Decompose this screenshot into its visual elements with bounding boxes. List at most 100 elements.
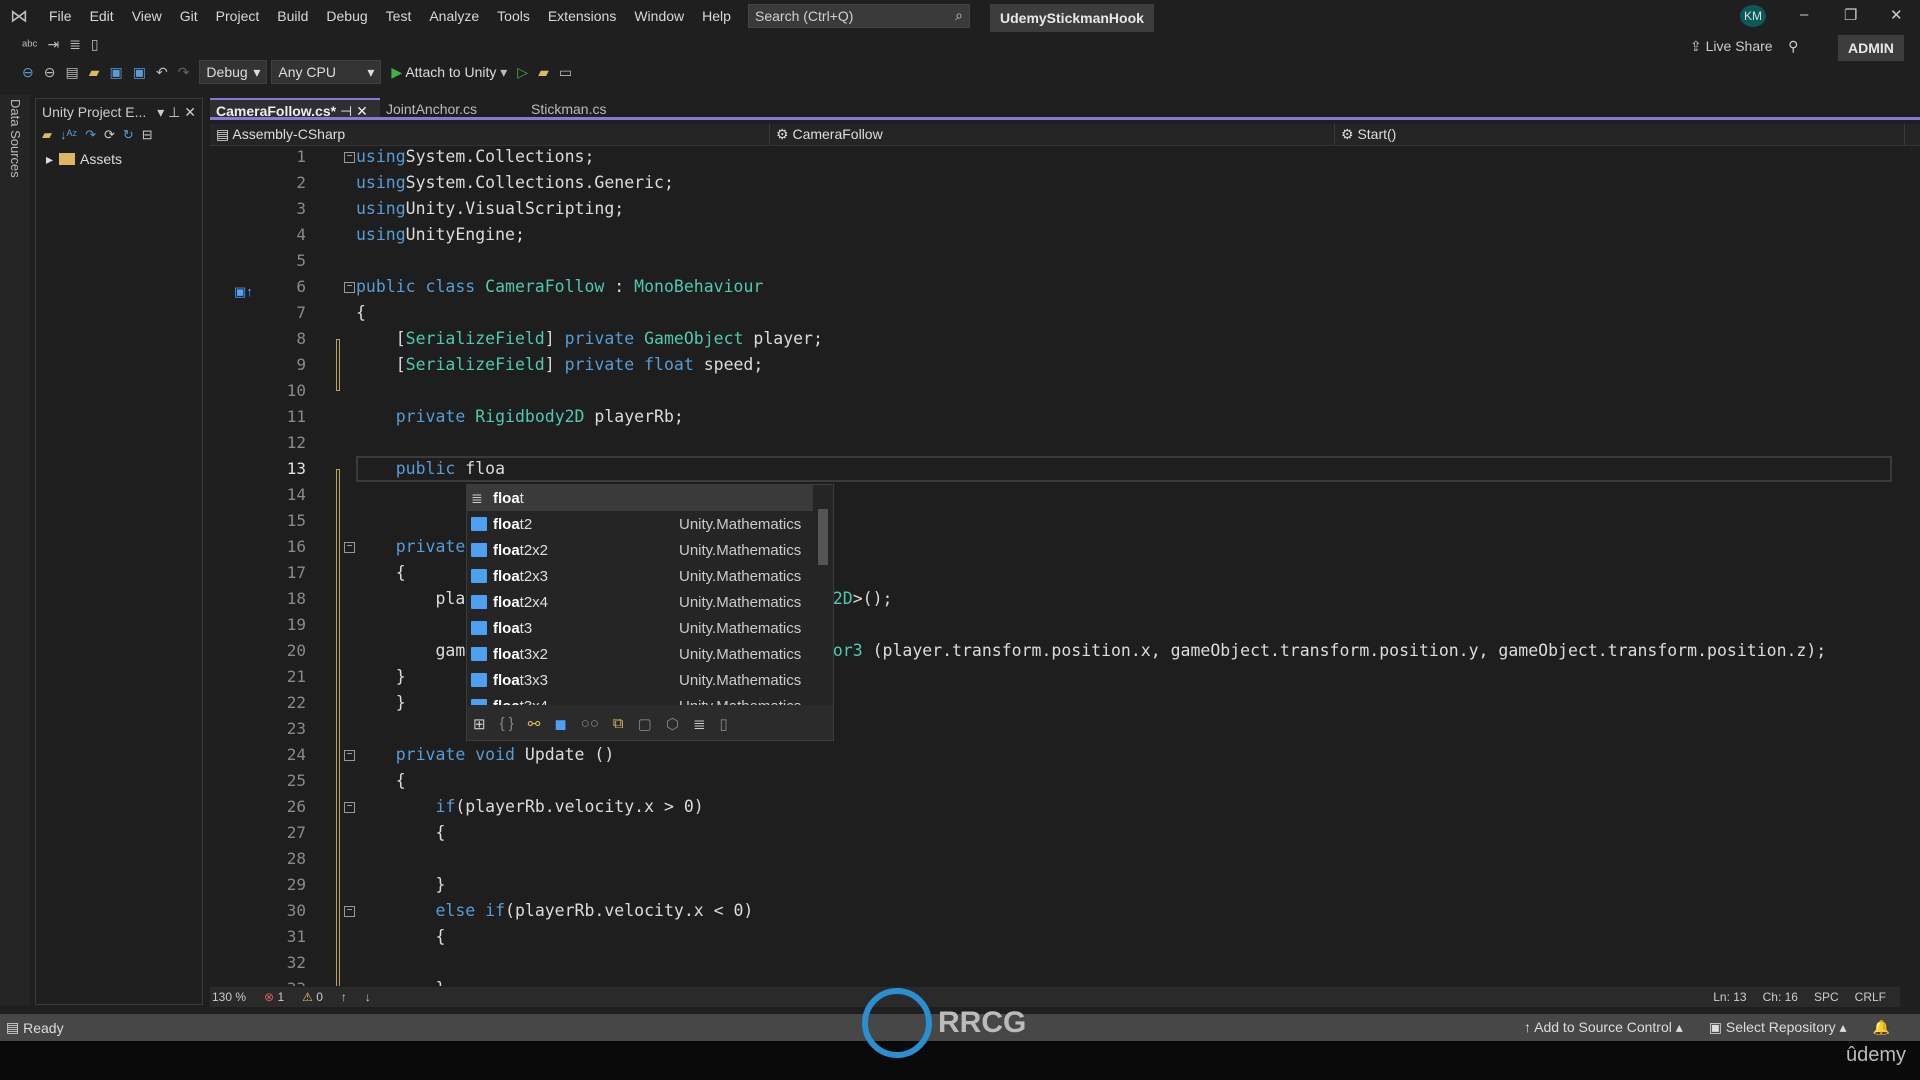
redo-icon[interactable]: ↷ xyxy=(85,127,96,143)
menu-edit[interactable]: Edit xyxy=(81,8,123,24)
completion-scrollbar[interactable] xyxy=(813,485,833,705)
code-editor[interactable]: ▣↑ 1− usingSystem.Collections; 2 usingSyste… xyxy=(210,146,1900,986)
struct-filter-icon[interactable]: ◼ xyxy=(554,715,566,733)
menu-file[interactable]: File xyxy=(40,8,81,24)
collapse-icon[interactable]: ⊟ xyxy=(142,127,153,143)
menu-debug[interactable]: Debug xyxy=(317,8,376,24)
attach-button[interactable]: ▶ Attach to Unity ▾ xyxy=(391,64,507,81)
completion-item[interactable]: floa t2x4 Unity.Mathematics xyxy=(467,589,833,615)
redo-icon[interactable]: ↷ xyxy=(178,64,190,81)
window-icon[interactable]: ▭ xyxy=(559,64,572,81)
namespace-filter-icon[interactable]: ⬡ xyxy=(666,715,679,733)
avatar[interactable]: KM xyxy=(1740,5,1766,27)
platform-select[interactable]: Any CPU ▾ xyxy=(271,60,382,84)
expand-icon[interactable]: ⊞ xyxy=(473,715,486,733)
bookmark-icon[interactable]: ▯ xyxy=(91,36,99,53)
notification-icon[interactable]: 🔔 xyxy=(1873,1019,1890,1036)
completion-item[interactable]: floa t2 Unity.Mathematics xyxy=(467,511,833,537)
expand-arrow-icon[interactable]: ▸ xyxy=(46,151,53,167)
menu-project[interactable]: Project xyxy=(207,8,269,24)
comment-icon[interactable]: ≣ xyxy=(69,36,81,53)
folder-icon[interactable]: ▰ xyxy=(538,64,549,81)
tab-stickman-cs[interactable]: Stickman.cs xyxy=(525,98,670,117)
other-filter-icon[interactable]: ▯ xyxy=(720,715,728,733)
completion-item[interactable]: floa t3x2 Unity.Mathematics xyxy=(467,641,833,667)
close-button[interactable]: ✕ xyxy=(1890,6,1903,24)
menu-git[interactable]: Git xyxy=(171,8,207,24)
back-icon[interactable]: ⊖ xyxy=(22,64,34,81)
dropdown-icon[interactable]: ▾ xyxy=(157,104,164,120)
menu-window[interactable]: Window xyxy=(625,8,693,24)
project-dropdown[interactable]: ▤ Assembly-CSharp xyxy=(210,124,770,145)
data-sources-strip[interactable]: Data Sources xyxy=(0,95,30,1005)
select-repository-button[interactable]: ▣ Select Repository ▴ xyxy=(1709,1019,1847,1036)
forward-icon[interactable]: ⊖ xyxy=(44,64,56,81)
fold-toggle-icon[interactable]: − xyxy=(344,750,355,761)
down-arrow-icon[interactable]: ↓ xyxy=(365,990,371,1004)
sort-icon[interactable]: ↓ᴬᶻ xyxy=(60,127,77,143)
completion-item[interactable]: ≣ floa t xyxy=(467,485,833,511)
completion-item[interactable]: floa t2x3 Unity.Mathematics xyxy=(467,563,833,589)
config-select[interactable]: Debug ▾ xyxy=(199,60,268,84)
fold-toggle-icon[interactable]: − xyxy=(344,542,355,553)
code-token: Unity.VisualScripting; xyxy=(405,199,625,218)
restore-button[interactable]: ❐ xyxy=(1844,6,1857,24)
module-filter-icon[interactable]: ▢ xyxy=(638,715,652,733)
completion-item[interactable]: floa t3 Unity.Mathematics xyxy=(467,615,833,641)
snippet-filter-icon[interactable]: { } xyxy=(500,715,514,732)
completion-item[interactable]: floa t2x2 Unity.Mathematics xyxy=(467,537,833,563)
undo-icon[interactable]: ↶ xyxy=(156,64,168,81)
menu-build[interactable]: Build xyxy=(268,8,317,24)
save-icon[interactable]: ▣ xyxy=(109,64,122,81)
folder-view-icon[interactable]: ▰ xyxy=(42,127,52,143)
tab-jointanchor-cs[interactable]: JointAnchor.cs xyxy=(380,98,525,117)
struct-icon xyxy=(471,569,487,583)
close-icon[interactable]: ✕ xyxy=(184,104,196,120)
class-filter-icon[interactable]: ⧉ xyxy=(613,715,624,732)
fold-toggle-icon[interactable]: − xyxy=(344,802,355,813)
fold-toggle-icon[interactable]: − xyxy=(344,906,355,917)
line-ending[interactable]: CRLF xyxy=(1855,990,1886,1004)
error-count[interactable]: ⊗ 1 xyxy=(264,990,284,1004)
member-dropdown[interactable]: ⚙ Start() xyxy=(1335,124,1905,145)
tab-close-icon[interactable]: ⊣ ✕ xyxy=(336,103,368,119)
class-dropdown[interactable]: ⚙ CameraFollow xyxy=(770,124,1335,145)
start-without-debug-icon[interactable]: ▷ xyxy=(517,64,528,81)
zoom-level[interactable]: 130 % xyxy=(212,990,246,1004)
menu-view[interactable]: View xyxy=(123,8,171,24)
warning-count[interactable]: ⚠ 0 xyxy=(302,990,323,1004)
admin-badge[interactable]: ADMIN xyxy=(1838,35,1904,61)
tree-item-assets[interactable]: ▸ Assets xyxy=(36,145,202,174)
menu-extensions[interactable]: Extensions xyxy=(539,8,625,24)
save-all-icon[interactable]: ▣ xyxy=(133,64,146,81)
search-input[interactable]: Search (Ctrl+Q) ⌕ xyxy=(748,4,970,28)
code-token: private xyxy=(356,407,476,426)
feedback-icon[interactable]: ⚲ xyxy=(1788,38,1798,54)
open-icon[interactable]: ▰ xyxy=(89,64,100,81)
menu-tools[interactable]: Tools xyxy=(488,8,539,24)
add-source-control-button[interactable]: ↑ Add to Source Control ▴ xyxy=(1524,1019,1683,1036)
whitespace-mode[interactable]: SPC xyxy=(1814,990,1839,1004)
tab-camerafollow-cs-[interactable]: CameraFollow.cs* ⊣ ✕ xyxy=(210,98,380,119)
up-arrow-icon[interactable]: ↑ xyxy=(341,990,347,1004)
code-token: } xyxy=(356,693,406,712)
menu-analyze[interactable]: Analyze xyxy=(420,8,488,24)
sync-icon[interactable]: ⟳ xyxy=(104,127,115,143)
interface-filter-icon[interactable]: ○○ xyxy=(581,715,599,732)
vertical-scrollbar[interactable] xyxy=(1893,146,1908,986)
method-filter-icon[interactable]: ⚯ xyxy=(528,715,541,733)
new-project-icon[interactable]: ▤ xyxy=(65,64,78,81)
pin-icon[interactable]: ⊥ xyxy=(168,104,180,120)
fold-toggle-icon[interactable]: − xyxy=(344,152,355,163)
minimize-button[interactable]: – xyxy=(1800,6,1808,23)
fold-toggle-icon[interactable]: − xyxy=(344,282,355,293)
data-sources-tab[interactable]: Data Sources xyxy=(8,99,23,178)
keyword-filter-icon[interactable]: ≣ xyxy=(693,715,706,733)
menu-help[interactable]: Help xyxy=(693,8,740,24)
indent-icon[interactable]: ⇥ xyxy=(47,36,59,53)
completion-item[interactable]: floa t3x3 Unity.Mathematics xyxy=(467,667,833,693)
spellcheck-icon[interactable]: ᵃᵇᶜ xyxy=(22,37,37,53)
live-share-button[interactable]: ⇪ Live Share ⚲ xyxy=(1690,38,1798,55)
refresh-icon[interactable]: ↻ xyxy=(123,127,134,143)
menu-test[interactable]: Test xyxy=(377,8,421,24)
